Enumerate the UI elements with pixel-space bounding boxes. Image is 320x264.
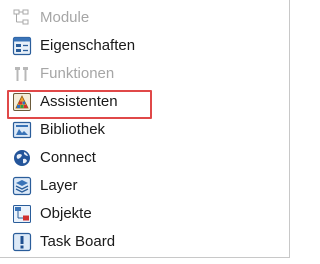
selection-highlight-frame <box>7 90 152 119</box>
panel-border-right <box>289 0 290 258</box>
properties-icon <box>12 36 32 56</box>
library-icon <box>12 120 32 140</box>
menu-item-label: Objekte <box>40 205 92 222</box>
view-menu-panel: Module Eigenschaften Funktionen Assisten… <box>0 0 301 264</box>
menu-item-bibliothek[interactable]: Bibliothek <box>0 116 280 144</box>
menu-item-layer[interactable]: Layer <box>0 172 280 200</box>
task-board-icon <box>12 232 32 252</box>
menu-item-label: Module <box>40 9 90 26</box>
panel-border-bottom <box>0 257 290 258</box>
layer-icon <box>12 176 32 196</box>
menu-item-module: Module <box>0 4 280 32</box>
menu-item-objekte[interactable]: Objekte <box>0 200 280 228</box>
menu-item-eigenschaften[interactable]: Eigenschaften <box>0 32 280 60</box>
menu-item-label: Layer <box>40 177 78 194</box>
menu-item-label: Connect <box>40 149 96 166</box>
connect-icon <box>12 148 32 168</box>
menu-item-label: Bibliothek <box>40 121 106 138</box>
menu-item-label: Eigenschaften <box>40 37 136 54</box>
menu-item-connect[interactable]: Connect <box>0 144 280 172</box>
menu-item-label: Funktionen <box>40 65 115 82</box>
objects-icon <box>12 204 32 224</box>
functions-icon <box>12 64 32 84</box>
menu-item-funktionen: Funktionen <box>0 60 280 88</box>
module-icon <box>12 8 32 28</box>
menu-item-task-board[interactable]: Task Board <box>0 228 280 256</box>
menu-item-label: Task Board <box>40 233 116 250</box>
view-menu-list: Module Eigenschaften Funktionen Assisten… <box>0 4 280 256</box>
